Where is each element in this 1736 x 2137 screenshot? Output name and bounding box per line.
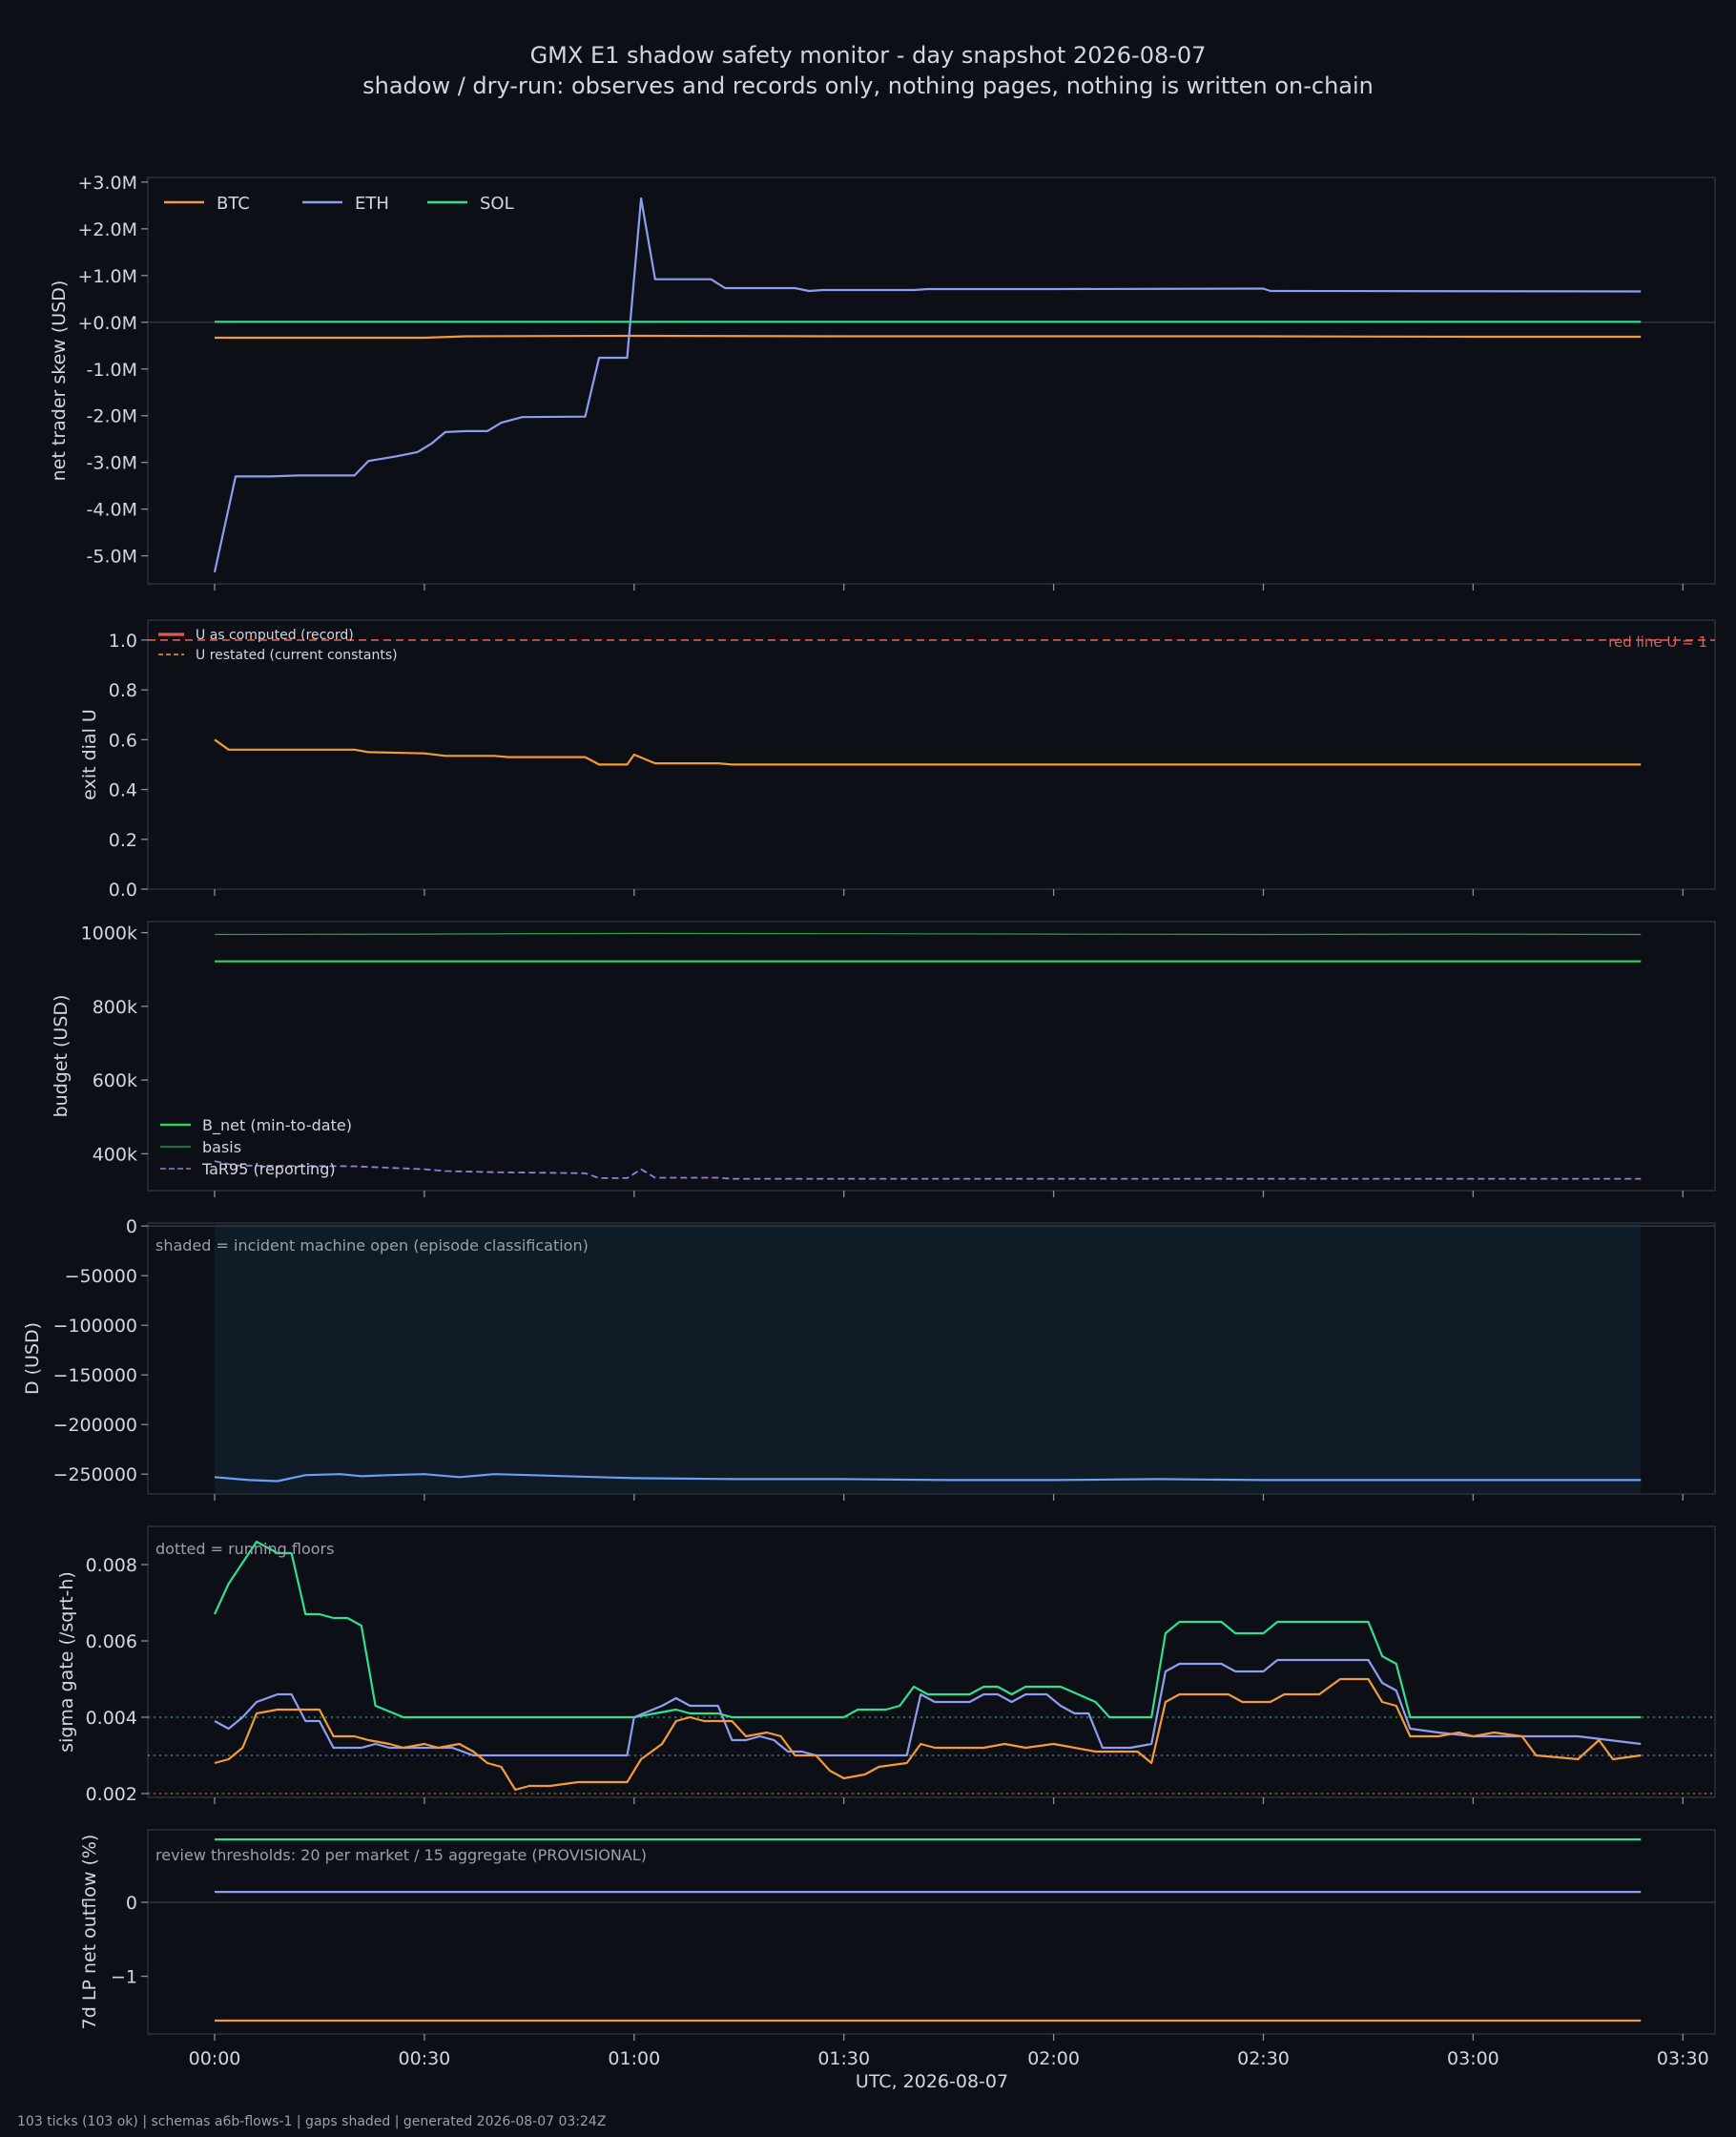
- axis-label-d-usd: D (USD): [22, 1322, 43, 1395]
- y-tick-label: +0.0M: [77, 313, 137, 334]
- y-tick-label: -5.0M: [87, 547, 137, 568]
- axis-label-net-trader-skew: net trader skew (USD): [49, 280, 70, 482]
- y-tick-label: 0.2: [109, 830, 137, 851]
- y-tick-label: −150000: [53, 1365, 137, 1386]
- axis-label-sigma-gate: sigma gate (/sqrt-h): [56, 1571, 77, 1753]
- x-tick-label: 00:00: [189, 2048, 241, 2069]
- y-tick-label: 0.008: [86, 1555, 137, 1576]
- y-tick-label: −250000: [53, 1464, 137, 1485]
- y-tick-label: −200000: [53, 1415, 137, 1436]
- y-tick-label: +3.0M: [77, 173, 137, 194]
- axis-label-exit-dial: exit dial U: [79, 709, 100, 800]
- legend-label-btc: BTC: [217, 194, 250, 214]
- x-tick-label: 01:30: [817, 2048, 870, 2069]
- x-tick-label: 01:00: [608, 2048, 660, 2069]
- legend-label-basis: basis: [202, 1138, 241, 1156]
- y-tick-label: 0.0: [109, 880, 137, 901]
- chart-title: GMX E1 shadow safety monitor - day snaps…: [530, 42, 1207, 69]
- footer-status: 103 ticks (103 ok) | schemas a6b-flows-1…: [17, 2114, 606, 2129]
- note-review-thresholds: review thresholds: 20 per market / 15 ag…: [155, 1846, 647, 1864]
- note-running-floors: dotted = running floors: [155, 1540, 334, 1558]
- x-tick-label: 03:00: [1447, 2048, 1499, 2069]
- x-tick-label: 00:30: [399, 2048, 451, 2069]
- y-tick-label: +1.0M: [77, 266, 137, 287]
- figure-background: [0, 0, 1736, 2137]
- y-tick-label: -1.0M: [87, 360, 137, 381]
- y-tick-label: -2.0M: [87, 406, 137, 427]
- axis-label-budget: budget (USD): [51, 995, 72, 1118]
- chart-figure: GMX E1 shadow safety monitor - day snaps…: [0, 0, 1736, 2137]
- y-tick-label: 0.002: [86, 1784, 137, 1805]
- legend-label-sol: SOL: [480, 194, 514, 214]
- axis-label-lp-outflow: 7d LP net outflow (%): [79, 1835, 100, 2030]
- legend-label-b-net-min-to-date: B_net (min-to-date): [202, 1116, 352, 1135]
- y-tick-label: 0.004: [86, 1708, 137, 1729]
- legend-label-tar95-reporting: TaR95 (reporting): [201, 1160, 336, 1178]
- x-tick-label: 02:30: [1237, 2048, 1290, 2069]
- y-tick-label: −50000: [65, 1266, 137, 1287]
- y-tick-label: 0.006: [86, 1631, 137, 1652]
- shaded-incident-span: [215, 1224, 1642, 1493]
- y-tick-label: 1000k: [81, 923, 137, 944]
- x-tick-label: 02:00: [1027, 2048, 1080, 2069]
- x-axis-label: UTC, 2026-08-07: [856, 2071, 1008, 2092]
- y-tick-label: −1: [111, 1967, 137, 1988]
- note-shaded-incident: shaded = incident machine open (episode …: [155, 1236, 589, 1255]
- y-tick-label: 0: [126, 1216, 137, 1237]
- chart-subtitle: shadow / dry-run: observes and records o…: [362, 73, 1374, 99]
- legend-label-u-restated-current-constants: U restated (current constants): [196, 648, 398, 663]
- y-tick-label: 1.0: [109, 631, 137, 652]
- y-tick-label: −100000: [53, 1316, 137, 1337]
- y-tick-label: 0.6: [109, 730, 137, 751]
- y-tick-label: 800k: [93, 997, 137, 1018]
- legend-label-u-as-computed-record: U as computed (record): [196, 628, 354, 643]
- red-line-label: red line U = 1: [1608, 633, 1707, 651]
- y-tick-label: -4.0M: [87, 500, 137, 521]
- y-tick-label: -3.0M: [87, 453, 137, 474]
- panel-d-usd: 0 −50000 −100000 −150000 −200000 −250000 D (U…: [22, 1216, 1716, 1501]
- legend-label-eth: ETH: [355, 194, 389, 214]
- y-tick-label: 0: [126, 1893, 137, 1914]
- x-tick-label: 03:30: [1657, 2048, 1709, 2069]
- y-tick-label: 400k: [93, 1144, 137, 1165]
- y-tick-label: 0.8: [109, 680, 137, 701]
- y-tick-label: +2.0M: [77, 219, 137, 240]
- y-tick-label: 600k: [93, 1070, 137, 1091]
- y-tick-label: 0.4: [109, 780, 137, 801]
